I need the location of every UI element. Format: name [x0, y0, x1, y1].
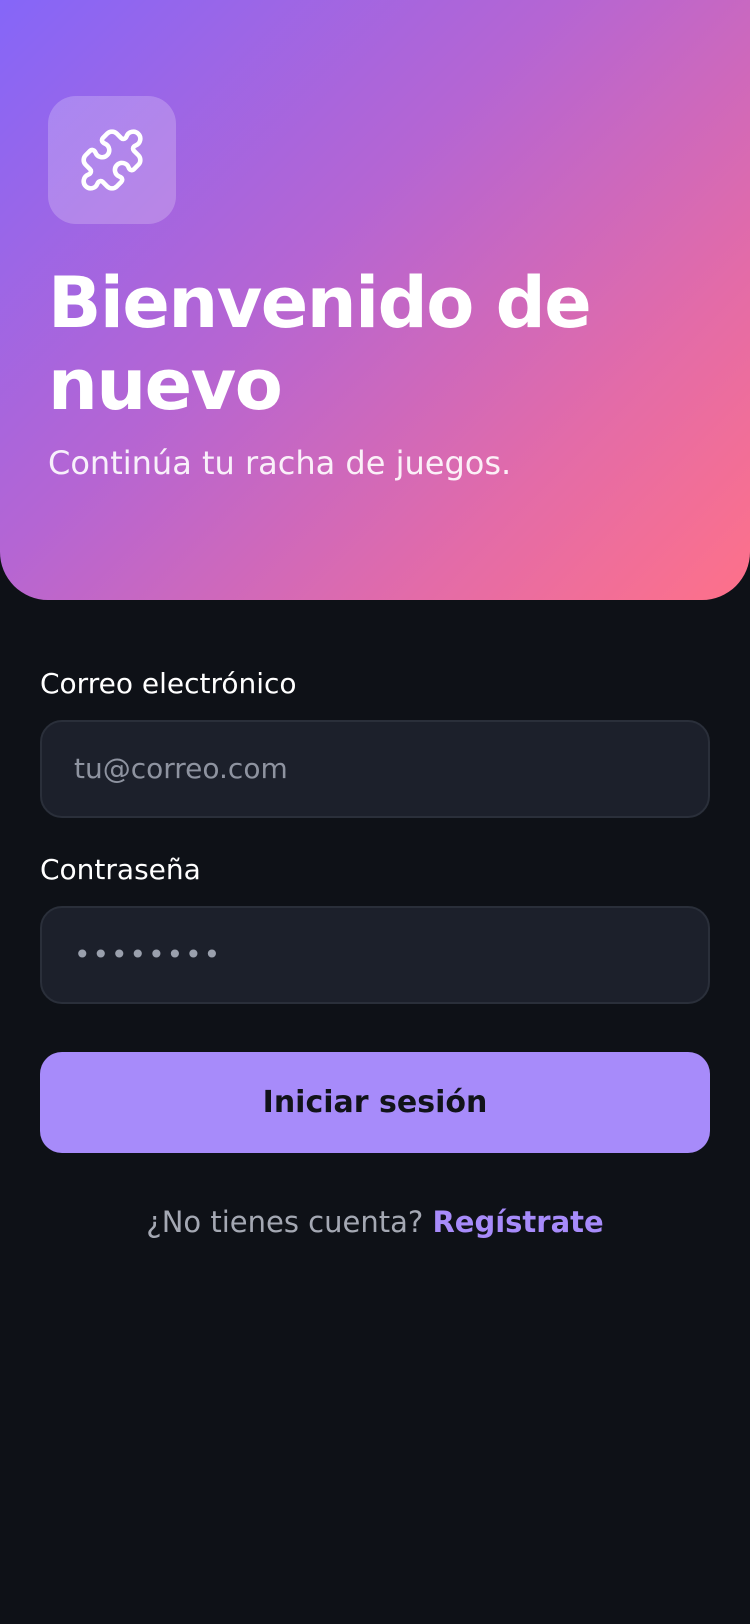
page-title: Bienvenido de nuevo [48, 262, 688, 426]
password-label: Contraseña [40, 853, 201, 886]
puzzle-icon [81, 129, 143, 191]
title-line-2: nuevo [48, 344, 283, 426]
signup-link[interactable]: Regístrate [432, 1205, 603, 1239]
welcome-header: Bienvenido de nuevo Continúa tu racha de… [0, 0, 750, 600]
email-field[interactable]: tu@correo.com [40, 720, 710, 818]
email-placeholder: tu@correo.com [74, 752, 288, 785]
title-line-1: Bienvenido de [48, 262, 592, 344]
login-screen: Bienvenido de nuevo Continúa tu racha de… [0, 0, 750, 1624]
login-button[interactable]: Iniciar sesión [40, 1052, 710, 1153]
password-field[interactable]: •••••••• [40, 906, 710, 1004]
email-label: Correo electrónico [40, 667, 297, 700]
app-logo [48, 96, 176, 224]
login-button-label: Iniciar sesión [262, 1085, 488, 1120]
signup-prompt: ¿No tienes cuenta? Regístrate [40, 1202, 710, 1242]
signup-prompt-text: ¿No tienes cuenta? [146, 1205, 424, 1239]
password-value: •••••••• [74, 938, 223, 971]
page-subtitle: Continúa tu racha de juegos. [48, 444, 512, 482]
